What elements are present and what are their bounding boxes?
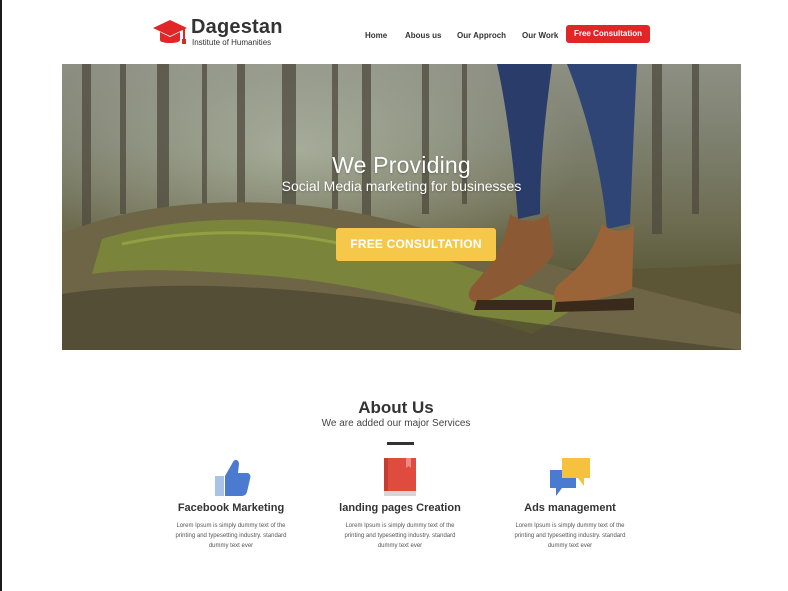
nav-item-home[interactable]: Home (365, 31, 387, 40)
chat-bubbles-icon (550, 458, 590, 496)
service-title: Ads management (524, 502, 616, 514)
service-card-facebook-marketing: Facebook Marketing Lorem Ipsum is simply… (146, 456, 316, 551)
hero-background-image (62, 64, 741, 350)
hero-banner: We Providing Social Media marketing for … (62, 64, 741, 350)
free-consultation-hero-button[interactable]: FREE CONSULTATION (336, 228, 496, 261)
hero-subtitle: Social Media marketing for businesses (281, 178, 522, 194)
service-description: Lorem Ipsum is simply dummy text of the … (175, 523, 287, 549)
service-description: Lorem Ipsum is simply dummy text of the … (344, 523, 456, 549)
service-card-ads-management: Ads management Lorem Ipsum is simply dum… (485, 456, 655, 551)
service-card-landing-pages: landing pages Creation Lorem Ipsum is si… (315, 456, 485, 551)
service-description: Lorem Ipsum is simply dummy text of the … (514, 523, 626, 549)
hero-title: We Providing (332, 152, 471, 178)
main-nav: Home Abous us Our Approch Our Work Free … (2, 25, 788, 43)
nav-item-our-approach[interactable]: Our Approch (457, 31, 506, 40)
about-title: About Us (358, 398, 434, 417)
book-icon (384, 458, 416, 496)
service-title: Facebook Marketing (177, 502, 285, 514)
service-title: landing pages Creation (339, 502, 461, 514)
free-consultation-nav-button[interactable]: Free Consultation (566, 25, 650, 43)
nav-item-about-us[interactable]: Abous us (405, 31, 441, 40)
site-header: Dagestan Institute of Humanities Home Ab… (2, 0, 788, 64)
about-subtitle: We are added our major Services (321, 418, 471, 429)
nav-item-our-work[interactable]: Our Work (522, 31, 558, 40)
section-divider (387, 442, 414, 445)
thumbs-up-icon (215, 459, 251, 496)
